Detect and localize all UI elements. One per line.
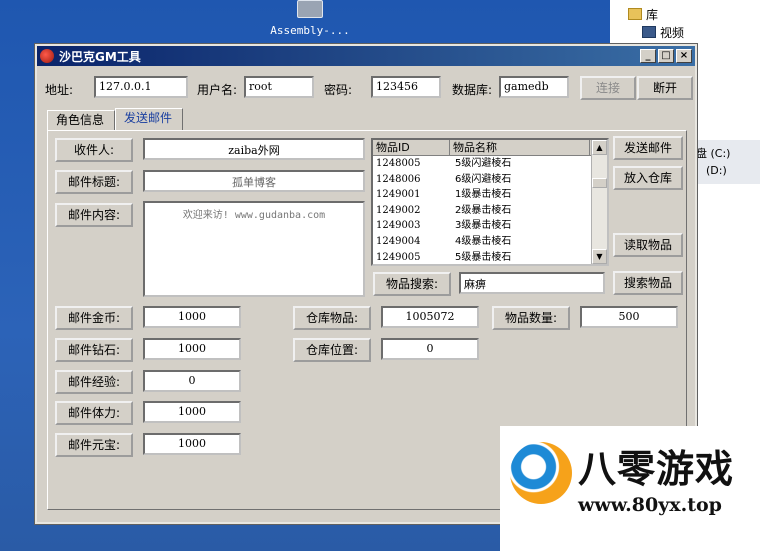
item-search-label: 物品搜索: bbox=[373, 272, 451, 296]
video-folder-icon bbox=[642, 26, 656, 38]
search-items-button[interactable]: 搜索物品 bbox=[613, 271, 683, 295]
mail-gold-label: 邮件金币: bbox=[55, 306, 133, 330]
desktop-icon-assembly[interactable]: Assembly-... bbox=[270, 0, 350, 37]
cell-name: 4级暴击棱石 bbox=[455, 235, 512, 247]
watermark-title: 八零游戏 bbox=[578, 447, 735, 491]
connect-button[interactable]: 连接 bbox=[580, 76, 636, 100]
cell-name: 6级闪避棱石 bbox=[455, 173, 512, 185]
warehouse-pos-field[interactable]: 0 bbox=[381, 338, 479, 360]
subject-label: 邮件标题: bbox=[55, 170, 133, 194]
table-row[interactable]: 1249001 1级暴击棱石 bbox=[373, 187, 607, 203]
title-bar[interactable]: 沙巴克GM工具 _ □ × bbox=[37, 46, 695, 66]
explorer-item-library[interactable]: 库 bbox=[628, 6, 658, 23]
scroll-up-icon[interactable]: ▲ bbox=[592, 140, 607, 155]
drive-c[interactable]: 盘 (C:) bbox=[696, 145, 730, 161]
assembly-icon bbox=[297, 0, 323, 18]
item-count-field[interactable]: 500 bbox=[580, 306, 678, 328]
items-table[interactable]: 物品ID 物品名称 1248005 5级闪避棱石 1248006 6级闪避棱石 12… bbox=[371, 138, 609, 266]
cell-name: 1级暴击棱石 bbox=[455, 189, 512, 201]
scroll-thumb[interactable] bbox=[592, 178, 607, 188]
database-label: 数据库: bbox=[452, 83, 493, 97]
app-icon bbox=[40, 49, 54, 63]
cell-name: 5级暴击棱石 bbox=[455, 251, 512, 263]
mail-exp-label: 邮件经验: bbox=[55, 370, 133, 394]
folder-icon bbox=[628, 8, 642, 20]
disconnect-button[interactable]: 断开 bbox=[637, 76, 693, 100]
table-row[interactable]: 1249005 5级暴击棱石 bbox=[373, 250, 607, 264]
table-row[interactable]: 1249004 4级暴击棱石 bbox=[373, 234, 607, 250]
explorer-item-label: 视频 bbox=[660, 26, 685, 40]
table-row[interactable]: 1248005 5级闪避棱石 bbox=[373, 156, 607, 172]
cell-id: 1249001 bbox=[376, 189, 421, 201]
item-search-field[interactable]: 麻痹 bbox=[459, 272, 605, 294]
watermark-url: www.80yx.top bbox=[578, 494, 722, 516]
table-row[interactable]: 1249002 2级暴击棱石 bbox=[373, 203, 607, 219]
scroll-down-icon[interactable]: ▼ bbox=[592, 249, 607, 264]
send-mail-button[interactable]: 发送邮件 bbox=[613, 136, 683, 160]
username-field[interactable]: root bbox=[244, 76, 314, 98]
cell-id: 1249003 bbox=[376, 220, 421, 232]
item-count-label: 物品数量: bbox=[492, 306, 570, 330]
tab-send-mail[interactable]: 发送邮件 bbox=[115, 108, 183, 130]
warehouse-item-label: 仓库物品: bbox=[293, 306, 371, 330]
password-field[interactable]: 123456 bbox=[371, 76, 441, 98]
cell-id: 1248006 bbox=[376, 173, 421, 185]
recipient-label: 收件人: bbox=[55, 138, 133, 162]
explorer-item-video[interactable]: 视频 bbox=[642, 24, 684, 41]
swirl-logo-icon bbox=[510, 442, 572, 504]
explorer-item-label: 库 bbox=[646, 8, 659, 22]
put-warehouse-button[interactable]: 放入仓库 bbox=[613, 166, 683, 190]
mail-yuanbao-field[interactable]: 1000 bbox=[143, 433, 241, 455]
mail-yuanbao-label: 邮件元宝: bbox=[55, 433, 133, 457]
desktop-icon-label: Assembly-... bbox=[270, 24, 350, 37]
window-title: 沙巴克GM工具 bbox=[59, 49, 141, 64]
warehouse-pos-label: 仓库位置: bbox=[293, 338, 371, 362]
cell-name: 5级闪避棱石 bbox=[455, 158, 512, 169]
items-scrollbar[interactable]: ▲ ▼ bbox=[591, 140, 607, 264]
mail-stamina-field[interactable]: 1000 bbox=[143, 401, 241, 423]
cell-id: 1249004 bbox=[376, 235, 421, 247]
content-textarea[interactable]: 欢迎来访! www.gudanba.com bbox=[143, 201, 365, 297]
drive-d[interactable]: (D:) bbox=[706, 164, 727, 177]
cell-name: 2级暴击棱石 bbox=[455, 204, 512, 216]
address-field[interactable]: 127.0.0.1 bbox=[94, 76, 188, 98]
minimize-button[interactable]: _ bbox=[640, 49, 656, 63]
subject-field[interactable]: 孤单博客 bbox=[143, 170, 365, 192]
close-button[interactable]: × bbox=[676, 49, 692, 63]
content-label: 邮件内容: bbox=[55, 203, 133, 227]
mail-diamond-field[interactable]: 1000 bbox=[143, 338, 241, 360]
maximize-button[interactable]: □ bbox=[658, 49, 674, 63]
column-header-name: 物品名称 bbox=[450, 140, 590, 155]
mail-stamina-label: 邮件体力: bbox=[55, 401, 133, 425]
read-items-button[interactable]: 读取物品 bbox=[613, 233, 683, 257]
cell-id: 1249002 bbox=[376, 204, 421, 216]
database-field[interactable]: gamedb bbox=[499, 76, 569, 98]
cell-name: 3级暴击棱石 bbox=[455, 220, 512, 232]
warehouse-item-field[interactable]: 1005072 bbox=[381, 306, 479, 328]
cell-id: 1249005 bbox=[376, 251, 421, 263]
cell-id: 1248005 bbox=[376, 158, 421, 169]
table-row[interactable]: 1249003 3级暴击棱石 bbox=[373, 218, 607, 234]
table-row[interactable]: 1248006 6级闪避棱石 bbox=[373, 172, 607, 188]
username-label: 用户名: bbox=[197, 83, 238, 97]
recipient-field[interactable]: zaiba外网 bbox=[143, 138, 365, 160]
tab-role-info[interactable]: 角色信息 bbox=[47, 110, 115, 130]
site-watermark: 八零游戏 www.80yx.top bbox=[500, 426, 760, 551]
mail-gold-field[interactable]: 1000 bbox=[143, 306, 241, 328]
password-label: 密码: bbox=[324, 83, 353, 97]
address-label: 地址: bbox=[45, 83, 74, 97]
mail-diamond-label: 邮件钻石: bbox=[55, 338, 133, 362]
column-header-id: 物品ID bbox=[373, 140, 450, 155]
mail-exp-field[interactable]: 0 bbox=[143, 370, 241, 392]
items-table-header: 物品ID 物品名称 bbox=[373, 140, 607, 156]
